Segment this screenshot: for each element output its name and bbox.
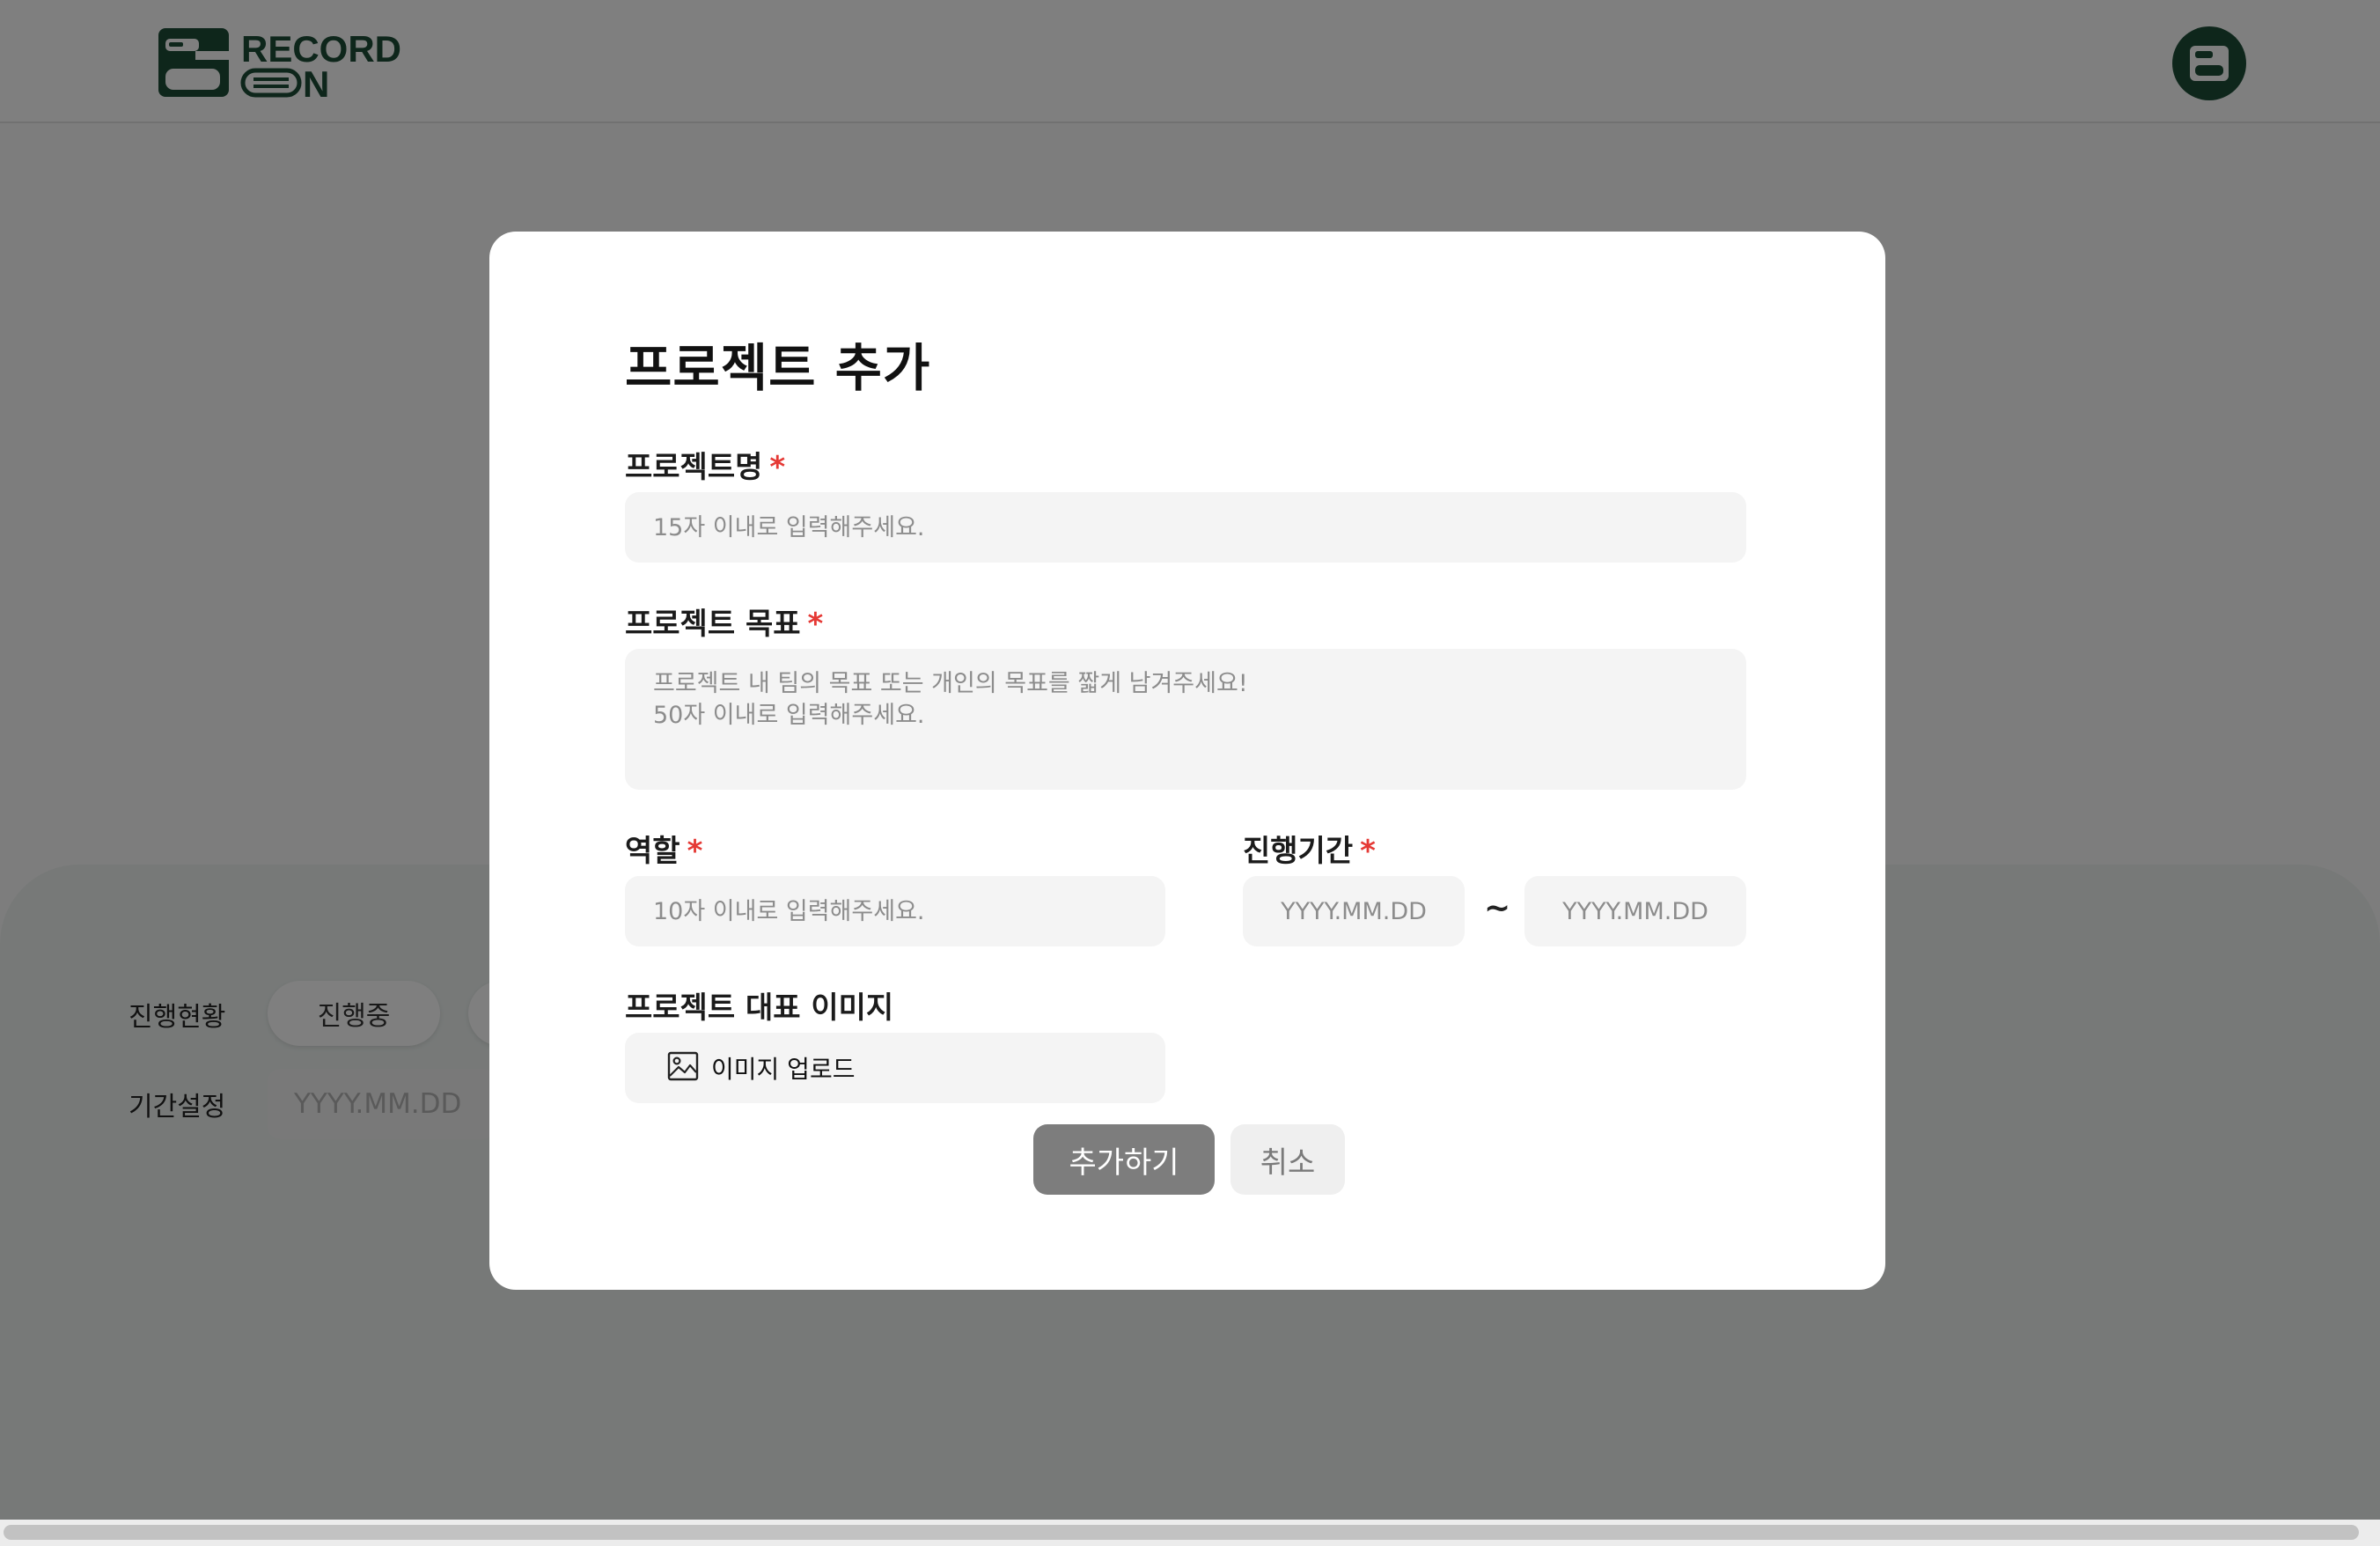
image-upload-label: 이미지 업로드 xyxy=(711,1055,856,1084)
project-name-input[interactable] xyxy=(625,492,1746,563)
period-label: 진행기간 * xyxy=(1243,827,1376,870)
project-image-label: 프로젝트 대표 이미지 xyxy=(625,990,894,1026)
role-label-text: 역할 xyxy=(625,834,680,869)
add-project-modal: 프로젝트 추가 프로젝트명* 프로젝트 목표* 역할* 진행기간* ~ 프로젝트… xyxy=(489,232,1885,1290)
required-mark: * xyxy=(1360,834,1376,869)
horizontal-scrollbar[interactable] xyxy=(0,1520,2380,1546)
role-input[interactable] xyxy=(625,876,1165,946)
add-project-button[interactable]: 추가하기 xyxy=(1033,1124,1215,1195)
project-name-label-text: 프로젝트명 xyxy=(625,450,763,485)
project-goal-label: 프로젝트 목표 * xyxy=(625,600,823,643)
period-label-text: 진행기간 xyxy=(1243,834,1354,869)
image-icon xyxy=(667,1051,699,1085)
image-upload-button[interactable]: 이미지 업로드 xyxy=(625,1033,1165,1103)
project-goal-label-text: 프로젝트 목표 xyxy=(625,607,801,642)
modal-title: 프로젝트 추가 xyxy=(625,338,931,398)
period-start-input[interactable] xyxy=(1243,876,1465,946)
scrollbar-thumb[interactable] xyxy=(4,1525,2359,1540)
cancel-button[interactable]: 취소 xyxy=(1230,1124,1345,1195)
project-name-label: 프로젝트명 * xyxy=(625,443,785,486)
required-mark: * xyxy=(807,607,824,642)
required-mark: * xyxy=(687,834,703,869)
role-label: 역할 * xyxy=(625,827,702,870)
required-mark: * xyxy=(769,450,786,485)
period-separator: ~ xyxy=(1484,890,1511,926)
project-goal-textarea[interactable] xyxy=(625,649,1746,790)
period-end-input[interactable] xyxy=(1524,876,1746,946)
